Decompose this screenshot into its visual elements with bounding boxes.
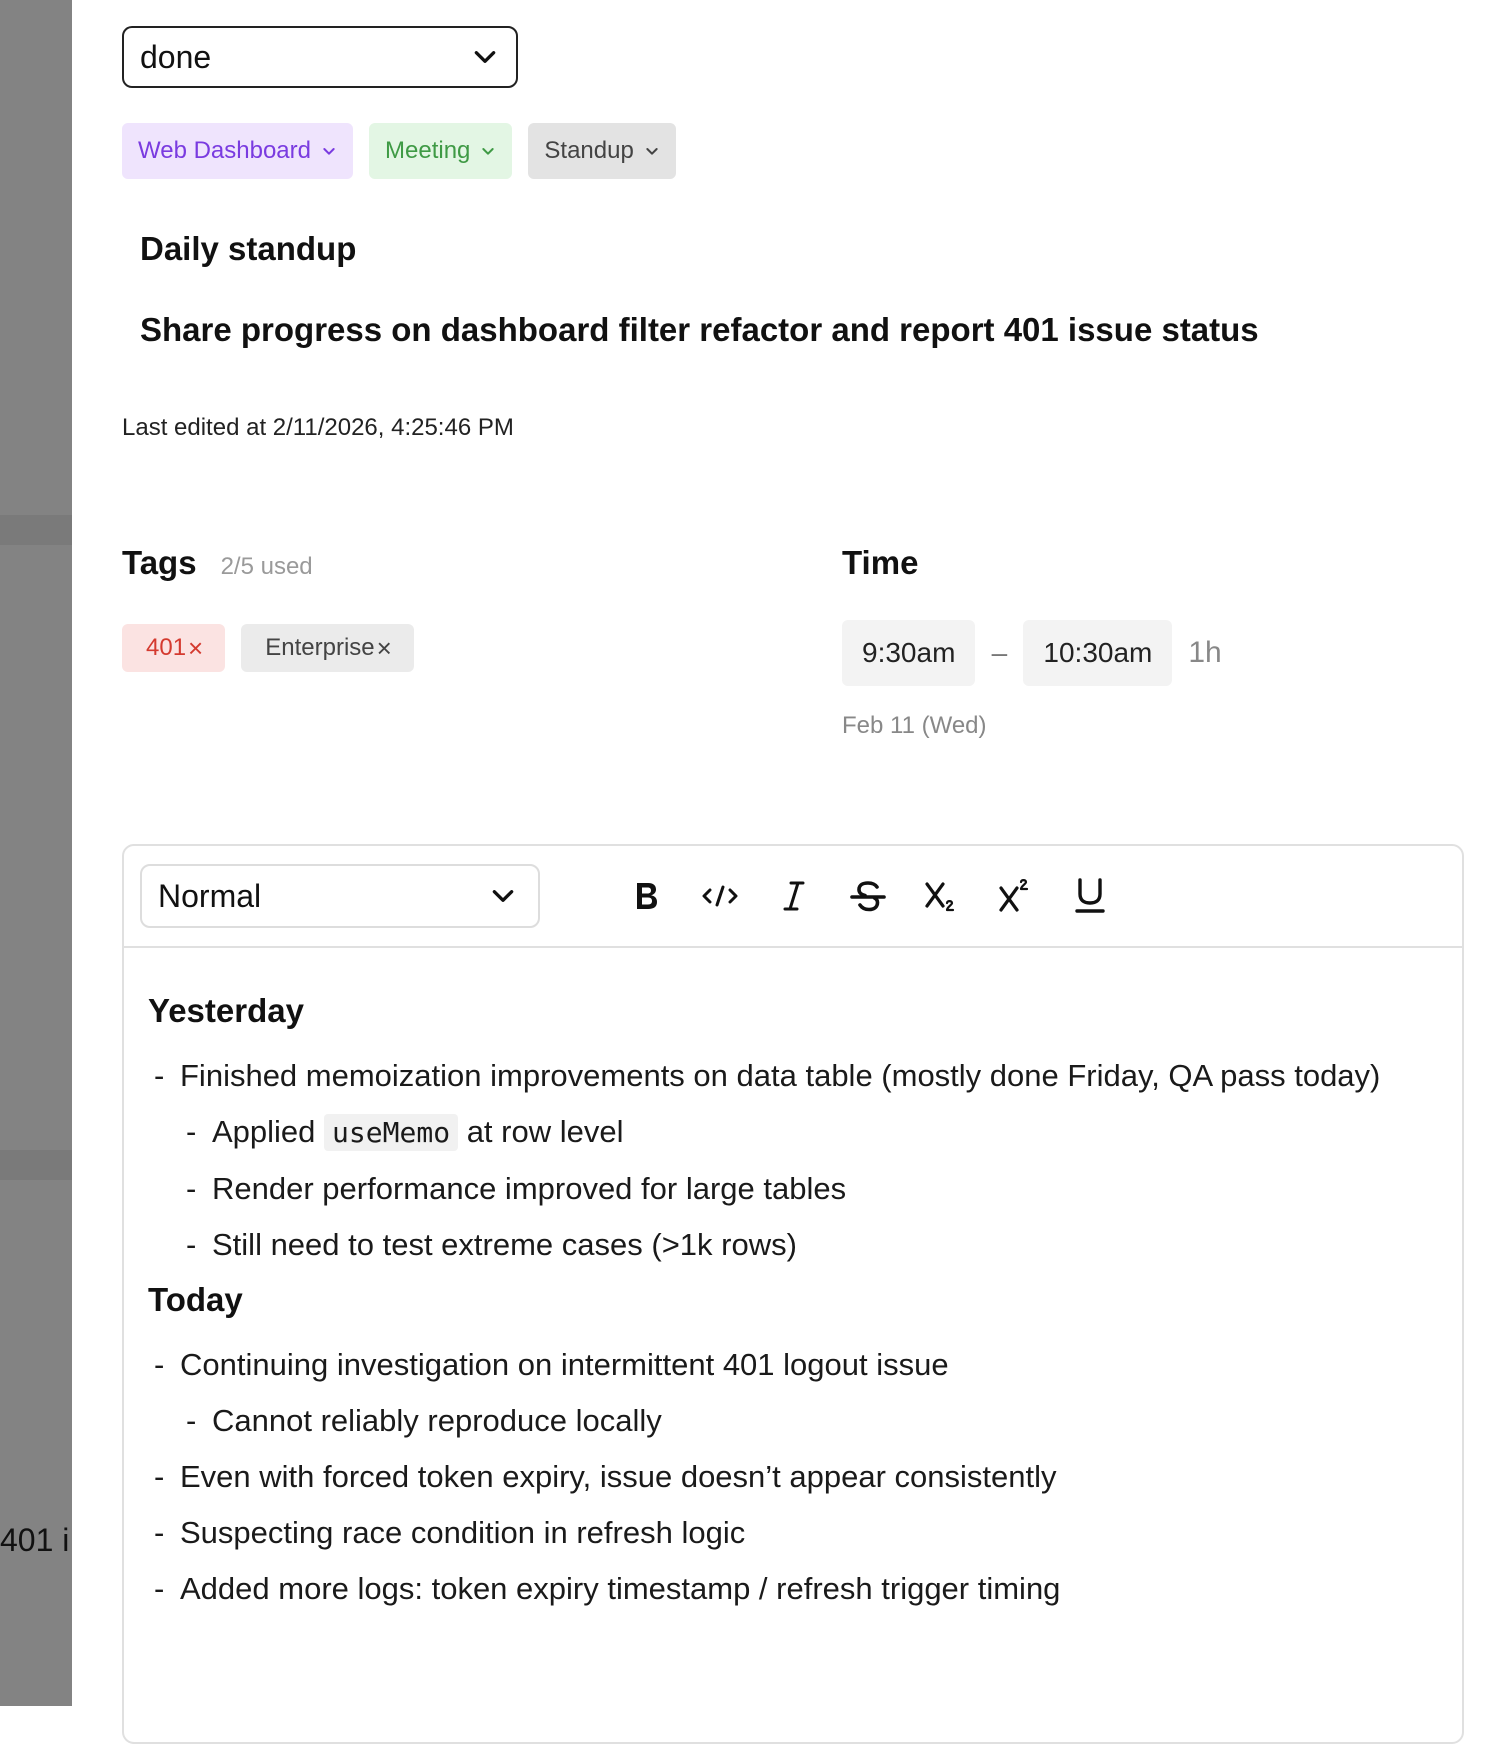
- chevron-down-icon: [482, 148, 495, 155]
- section-heading: Yesterday: [148, 992, 304, 1029]
- chip-label: Standup: [544, 137, 634, 164]
- chevron-down-icon: [646, 148, 658, 155]
- inline-code: useMemo: [324, 1114, 459, 1151]
- list-item: Even with forced token expiry, issue doe…: [148, 1453, 1438, 1501]
- time-range: 9:30am – 10:30am 1h: [842, 620, 1222, 686]
- status-value: done: [140, 38, 212, 75]
- tags-header: Tags 2/5 used: [122, 544, 313, 582]
- section-heading: Today: [148, 1281, 243, 1318]
- block-format-value: Normal: [158, 877, 262, 914]
- list-item: Continuing investigation on intermittent…: [148, 1341, 1438, 1389]
- end-time-input[interactable]: 10:30am: [1023, 620, 1173, 686]
- chip-project[interactable]: Web Dashboard: [122, 123, 353, 179]
- event-subtitle[interactable]: Share progress on dashboard filter refac…: [140, 311, 1259, 349]
- list-item: Added more logs: token expiry timestamp …: [148, 1565, 1438, 1613]
- italic-button[interactable]: [764, 866, 824, 926]
- chevron-down-icon: [492, 890, 514, 902]
- event-title[interactable]: Daily standup: [140, 230, 356, 268]
- list-item: Finished memoization improvements on dat…: [148, 1052, 1438, 1100]
- tags-count: 2/5 used: [220, 553, 313, 580]
- list-item: Suspecting race condition in refresh log…: [148, 1509, 1438, 1557]
- block-format-select[interactable]: Normal: [140, 864, 540, 928]
- strikethrough-icon: [850, 881, 886, 912]
- list-item: Render performance improved for large ta…: [180, 1165, 1438, 1213]
- background-row: [0, 515, 72, 545]
- list-item-text: at row level: [466, 1114, 624, 1149]
- code-button[interactable]: [690, 866, 750, 926]
- duration-label: 1h: [1188, 636, 1222, 669]
- start-time-input[interactable]: 9:30am: [842, 620, 976, 686]
- code-icon: [702, 885, 738, 907]
- time-separator: –: [991, 637, 1008, 668]
- tag-label: 401: [146, 634, 187, 661]
- underline-icon: [1075, 878, 1105, 913]
- chip-subtype[interactable]: Standup: [528, 123, 676, 179]
- editor-toolbar: Normal: [124, 846, 1462, 948]
- bold-button[interactable]: [616, 866, 676, 926]
- event-date: Feb 11 (Wed): [842, 712, 987, 739]
- bold-icon: [637, 883, 657, 909]
- chip-type[interactable]: Meeting: [369, 123, 513, 179]
- chevron-down-icon: [474, 51, 496, 63]
- underline-button[interactable]: [1060, 866, 1120, 926]
- event-detail-panel: done Web Dashboard Meeting Standup Daily…: [72, 0, 1512, 1744]
- tag-label: Enterprise: [265, 634, 375, 661]
- rich-text-editor: Normal Yesterday - Finished memoization …: [122, 844, 1464, 1744]
- chip-label: Meeting: [385, 137, 471, 164]
- time-title: Time: [842, 544, 919, 581]
- superscript-icon: [999, 879, 1029, 912]
- editor-content[interactable]: Yesterday Finished memoization improveme…: [124, 948, 1462, 1653]
- strikethrough-button[interactable]: [838, 866, 898, 926]
- chevron-down-icon: [323, 148, 335, 155]
- list-item: Applied useMemo at row level: [180, 1108, 1438, 1157]
- tag-enterprise[interactable]: Enterprise ×: [241, 624, 414, 672]
- list-item-text: Applied: [212, 1114, 316, 1149]
- status-select[interactable]: done: [122, 26, 518, 88]
- last-edited-text: Last edited at 2/11/2026, 4:25:46 PM: [122, 414, 514, 441]
- category-chips: Web Dashboard Meeting Standup: [122, 123, 676, 179]
- superscript-button[interactable]: [986, 866, 1046, 926]
- remove-tag-icon[interactable]: ×: [188, 633, 203, 664]
- background-peek-text: 401 i: [0, 1522, 70, 1558]
- tags-title: Tags: [122, 544, 197, 581]
- list-item: Still need to test extreme cases (>1k ro…: [180, 1221, 1438, 1269]
- background-overlay: 401 i: [0, 0, 72, 1706]
- tag-401[interactable]: 401 ×: [122, 624, 226, 672]
- italic-icon: [783, 881, 805, 911]
- subscript-icon: [925, 882, 955, 912]
- tag-list: 401 × Enterprise ×: [122, 624, 414, 672]
- remove-tag-icon[interactable]: ×: [377, 633, 392, 664]
- list-item: Cannot reliably reproduce locally: [180, 1397, 1438, 1445]
- background-row: [0, 1150, 72, 1180]
- chip-label: Web Dashboard: [138, 137, 311, 164]
- subscript-button[interactable]: [912, 866, 972, 926]
